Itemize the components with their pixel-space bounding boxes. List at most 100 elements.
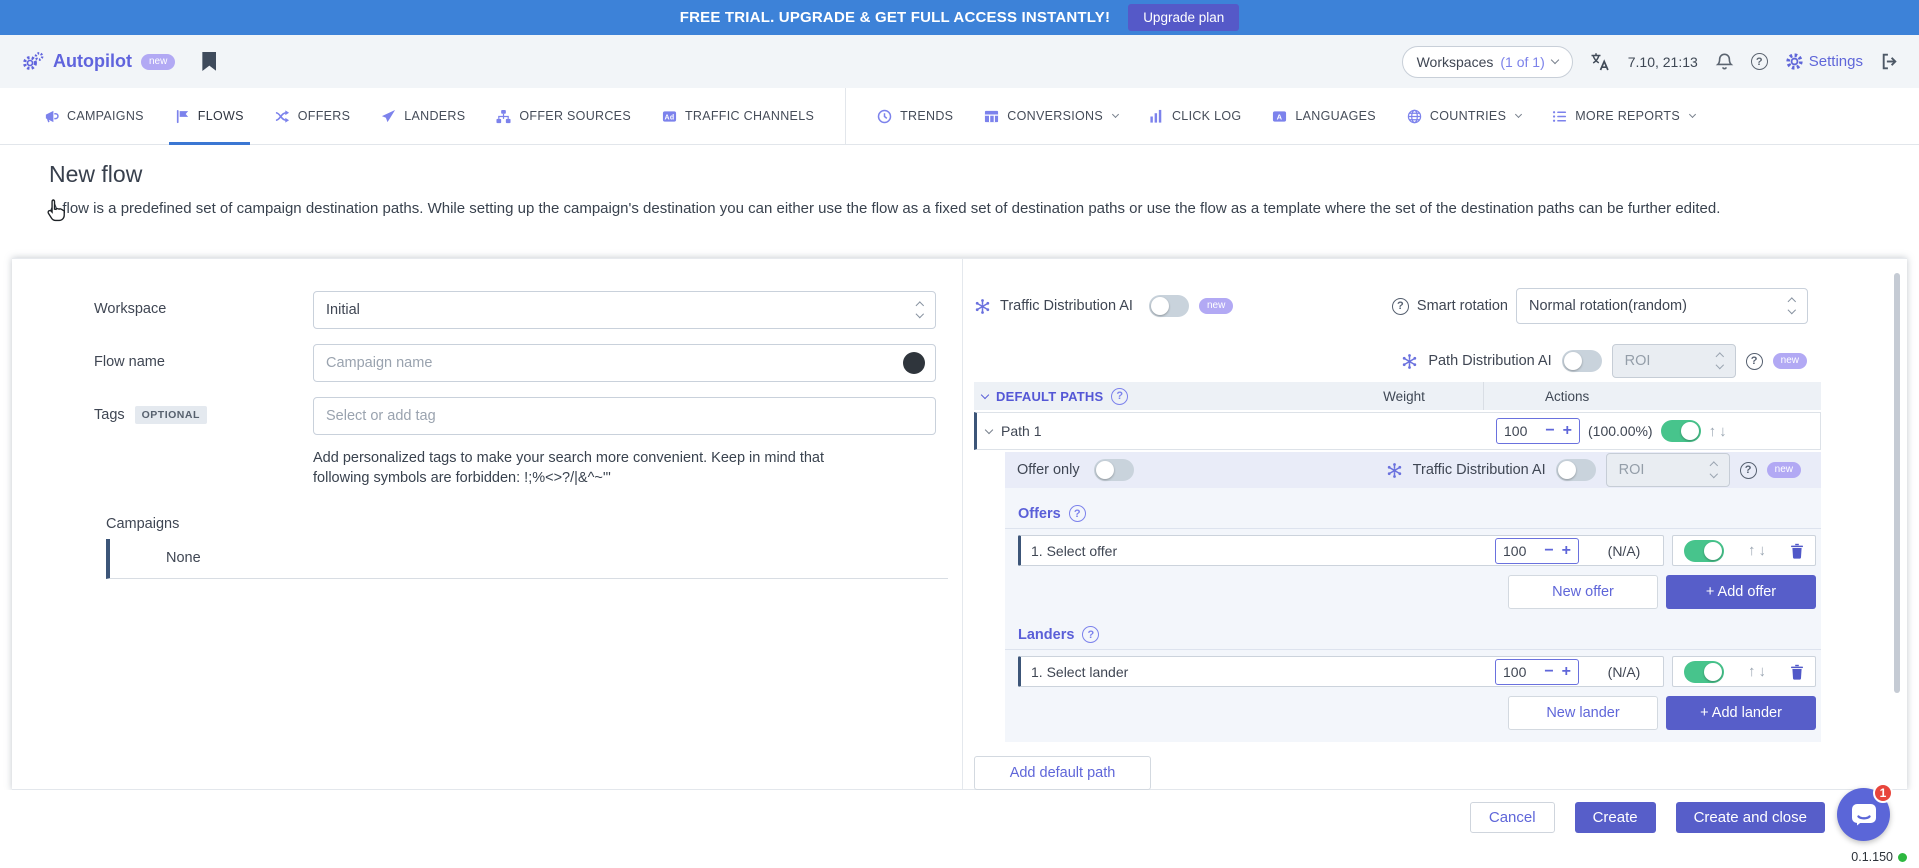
offer-only-row: Offer only Traffic Distribution AI ROI ?	[1005, 452, 1821, 488]
sitemap-icon	[496, 109, 511, 124]
smart-rotation-help-icon[interactable]: ?	[1392, 298, 1409, 315]
move-up-button[interactable]: ↑	[1709, 423, 1717, 440]
app-name[interactable]: Autopilot	[53, 51, 132, 72]
language-translate-icon[interactable]	[1590, 52, 1611, 71]
flow-name-input[interactable]	[313, 344, 936, 382]
upgrade-plan-button[interactable]: Upgrade plan	[1128, 4, 1239, 31]
new-badge: new	[1767, 462, 1801, 478]
offer-select[interactable]: 1. Select offer 100 − + (N/A)	[1018, 535, 1664, 566]
chevron-down-icon[interactable]	[981, 390, 989, 398]
traffic-distribution-ai-toggle[interactable]	[1149, 295, 1189, 317]
version-label: 0.1.150	[1851, 850, 1893, 864]
megaphone-icon	[44, 109, 59, 124]
cancel-button[interactable]: Cancel	[1470, 802, 1555, 833]
smart-rotation-value: Normal rotation(random)	[1529, 298, 1789, 314]
offer-enabled-toggle[interactable]	[1684, 540, 1724, 562]
tags-help-text: Add personalized tags to make your searc…	[313, 448, 829, 489]
move-up-button[interactable]: ↑	[1748, 542, 1756, 559]
workspaces-selector[interactable]: Workspaces (1 of 1)	[1402, 46, 1573, 78]
chevron-down-icon	[1112, 111, 1119, 118]
move-down-button[interactable]: ↓	[1719, 423, 1727, 440]
smart-rotation-select[interactable]: Normal rotation(random)	[1516, 288, 1808, 324]
create-button[interactable]: Create	[1575, 802, 1656, 833]
new-offer-button[interactable]: New offer	[1508, 575, 1658, 609]
add-offer-button[interactable]: + Add offer	[1666, 575, 1816, 609]
path-traffic-ai-toggle[interactable]	[1556, 459, 1596, 481]
move-up-button[interactable]: ↑	[1748, 663, 1756, 680]
lander-weight-percent: (N/A)	[1587, 664, 1661, 680]
chevron-down-icon[interactable]	[985, 425, 993, 433]
lander-actions: ↑ ↓	[1672, 656, 1816, 687]
nav-item-landers[interactable]: LANDERS	[381, 88, 465, 145]
default-paths-help-icon[interactable]: ?	[1111, 388, 1128, 405]
offers-section-title: Offers ?	[1005, 488, 1821, 529]
bookmark-icon[interactable]	[202, 52, 216, 71]
weight-minus-button[interactable]: −	[1544, 543, 1553, 559]
path-roi-value: ROI	[1625, 353, 1717, 369]
logout-icon[interactable]	[1880, 52, 1899, 71]
offer-actions: ↑ ↓	[1672, 535, 1816, 566]
nav-item-flows[interactable]: FLOWS	[175, 88, 244, 145]
path-roi-help-icon[interactable]: ?	[1746, 353, 1763, 370]
create-and-close-button[interactable]: Create and close	[1676, 802, 1825, 833]
help-icon[interactable]: ?	[1751, 53, 1768, 70]
nav-item-campaigns[interactable]: CAMPAIGNS	[44, 88, 144, 145]
trash-icon[interactable]	[1790, 543, 1804, 559]
offers-help-icon[interactable]: ?	[1069, 505, 1086, 522]
tags-input[interactable]	[313, 397, 936, 435]
nav-item-conversions[interactable]: CONVERSIONS	[984, 88, 1118, 145]
weight-minus-button[interactable]: −	[1545, 423, 1554, 439]
path-traffic-ai-roi-select[interactable]: ROI	[1606, 453, 1730, 487]
workspace-select[interactable]: Initial	[313, 291, 936, 329]
settings-link[interactable]: Settings	[1785, 52, 1863, 71]
nav-item-countries[interactable]: COUNTRIES	[1407, 88, 1521, 145]
path-traffic-ai-roi-value: ROI	[1619, 462, 1711, 478]
path-row[interactable]: Path 1 100 − + (100.00%) ↑ ↓	[974, 412, 1821, 450]
nav-item-trends[interactable]: TRENDS	[877, 88, 953, 145]
ai-icon	[1401, 353, 1418, 370]
chevron-down-icon	[1550, 56, 1558, 64]
weight-plus-button[interactable]: +	[1562, 543, 1571, 559]
autopilot-gears-icon	[22, 52, 44, 72]
trash-icon[interactable]	[1790, 664, 1804, 680]
nav-item-more-reports[interactable]: MORE REPORTS	[1552, 88, 1695, 145]
landers-help-icon[interactable]: ?	[1082, 626, 1099, 643]
nav-item-offer-sources[interactable]: OFFER SOURCES	[496, 88, 631, 145]
new-lander-button[interactable]: New lander	[1508, 696, 1658, 730]
path-weight-percent: (100.00%)	[1588, 423, 1653, 439]
path-roi-select[interactable]: ROI	[1612, 344, 1736, 378]
offer-weight-stepper[interactable]: 100 − +	[1495, 538, 1579, 564]
add-lander-button[interactable]: + Add lander	[1666, 696, 1816, 730]
offer-only-toggle[interactable]	[1094, 459, 1134, 481]
select-stepper-icon	[1711, 463, 1717, 476]
offer-select-label: 1. Select offer	[1031, 543, 1487, 559]
flow-name-label: Flow name	[94, 344, 313, 382]
flow-name-indicator-dot[interactable]	[903, 352, 925, 374]
workspaces-count: (1 of 1)	[1500, 54, 1544, 70]
chat-widget-button[interactable]: 1	[1837, 788, 1890, 841]
weight-minus-button[interactable]: −	[1544, 664, 1553, 680]
lander-enabled-toggle[interactable]	[1684, 661, 1724, 683]
lander-select[interactable]: 1. Select lander 100 − + (N/A)	[1018, 656, 1664, 687]
nav-item-languages[interactable]: A LANGUAGES	[1272, 88, 1376, 145]
move-down-button[interactable]: ↓	[1759, 663, 1767, 680]
panel-scrollbar[interactable]	[1894, 273, 1900, 693]
path-enabled-toggle[interactable]	[1661, 420, 1701, 442]
nav-item-offers[interactable]: OFFERS	[275, 88, 351, 145]
lander-weight-stepper[interactable]: 100 − +	[1495, 659, 1579, 685]
add-default-path-button[interactable]: Add default path	[974, 756, 1151, 790]
move-down-button[interactable]: ↓	[1759, 542, 1767, 559]
mouse-cursor-hand	[44, 198, 68, 225]
path-traffic-ai-help-icon[interactable]: ?	[1740, 462, 1757, 479]
app-header: Autopilot new Workspaces (1 of 1) 7.10, …	[0, 35, 1919, 88]
offer-row: 1. Select offer 100 − + (N/A) ↑ ↓	[1018, 535, 1816, 566]
notifications-bell-icon[interactable]	[1715, 52, 1734, 71]
path-weight-stepper[interactable]: 100 − +	[1496, 418, 1580, 444]
path-distribution-ai-toggle[interactable]	[1562, 350, 1602, 372]
weight-plus-button[interactable]: +	[1563, 423, 1572, 439]
nav-item-traffic-channels[interactable]: Ad TRAFFIC CHANNELS	[662, 88, 814, 145]
nav-item-click-log[interactable]: CLICK LOG	[1149, 88, 1241, 145]
weight-plus-button[interactable]: +	[1562, 664, 1571, 680]
column-divider	[1483, 382, 1484, 410]
smart-rotation-label: Smart rotation	[1417, 298, 1508, 314]
